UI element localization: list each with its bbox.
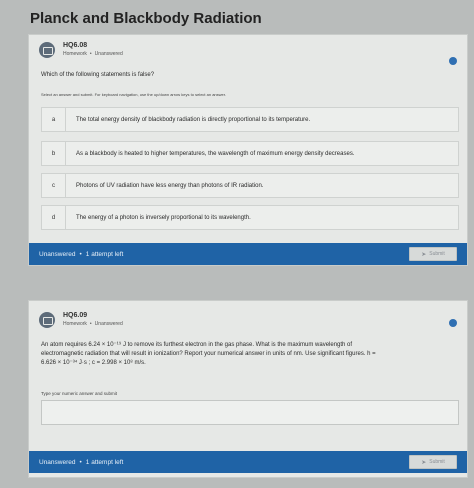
answer-option-a[interactable]: a The total energy density of blackbody … — [41, 107, 459, 132]
answer-option-c[interactable]: c Photons of UV radiation have less ener… — [41, 173, 459, 198]
question-header: HQ6.09 Homework • Unanswered — [39, 311, 123, 328]
option-letter: c — [42, 174, 66, 197]
answer-option-b[interactable]: b As a blackbody is heated to higher tem… — [41, 141, 459, 166]
option-text: The energy of a photon is inversely prop… — [76, 214, 251, 221]
numeric-answer-input[interactable] — [41, 400, 459, 425]
send-icon: ➤ — [421, 459, 427, 466]
question-type-icon — [39, 41, 55, 58]
question-text: Which of the following statements is fal… — [41, 72, 155, 78]
send-icon: ➤ — [421, 251, 427, 258]
info-icon[interactable] — [449, 57, 457, 65]
question-card-hq6-09: HQ6.09 Homework • Unanswered An atom requi… — [28, 300, 468, 478]
submit-label: Submit — [429, 251, 445, 257]
footer-attempts: 1 attempt left — [85, 250, 124, 258]
info-icon[interactable] — [449, 319, 457, 327]
question-header-text: HQ6.08 Homework • Unanswered — [63, 41, 123, 58]
submit-button[interactable]: ➤ Submit — [409, 455, 457, 469]
question-meta: Homework • Unanswered — [63, 320, 123, 328]
question-card-hq6-08: HQ6.08 Homework • Unanswered Which of the … — [28, 34, 468, 266]
question-text-line: electromagnetic radiation that will resu… — [41, 351, 376, 357]
meta-separator: • — [89, 321, 92, 327]
submit-label: Submit — [429, 459, 445, 465]
question-text-line: 6.626 × 10⁻³⁴ J·s ; c = 2.998 × 10⁸ m/s. — [41, 360, 146, 366]
question-text: An atom requires 6.24 × 10⁻¹⁹ J to remov… — [41, 341, 461, 368]
question-type-icon — [39, 311, 55, 328]
footer-status: Unanswered — [39, 250, 76, 258]
question-footer: Unanswered • 1 attempt left ➤ Submit — [29, 243, 467, 265]
question-id: HQ6.08 — [63, 42, 88, 49]
footer-separator: • — [79, 458, 82, 466]
meta-separator: • — [89, 51, 92, 57]
instructions: Select an answer and submit. For keyboar… — [41, 92, 226, 97]
question-text-line: An atom requires 6.24 × 10⁻¹⁹ J to remov… — [41, 342, 353, 348]
option-text: The total energy density of blackbody ra… — [76, 116, 311, 123]
question-header-text: HQ6.09 Homework • Unanswered — [63, 311, 123, 328]
question-footer: Unanswered • 1 attempt left ➤ Submit — [29, 451, 467, 473]
page-title: Planck and Blackbody Radiation — [30, 10, 262, 27]
question-meta: Homework • Unanswered — [63, 50, 123, 58]
question-status: Unanswered — [94, 321, 123, 327]
option-letter: d — [42, 206, 66, 229]
question-status: Unanswered — [94, 51, 123, 57]
question-type: Homework — [63, 51, 87, 57]
question-type: Homework — [63, 321, 87, 327]
answer-label: Type your numeric answer and submit — [41, 391, 118, 396]
footer-status: Unanswered — [39, 458, 76, 466]
option-text: As a blackbody is heated to higher tempe… — [76, 150, 355, 157]
question-id: HQ6.09 — [63, 312, 88, 319]
submit-button[interactable]: ➤ Submit — [409, 247, 457, 261]
answer-option-d[interactable]: d The energy of a photon is inversely pr… — [41, 205, 459, 230]
footer-attempts: 1 attempt left — [85, 458, 124, 466]
option-letter: b — [42, 142, 66, 165]
option-letter: a — [42, 108, 66, 131]
option-text: Photons of UV radiation have less energy… — [76, 182, 264, 189]
footer-separator: • — [79, 250, 82, 258]
question-header: HQ6.08 Homework • Unanswered — [39, 41, 123, 58]
